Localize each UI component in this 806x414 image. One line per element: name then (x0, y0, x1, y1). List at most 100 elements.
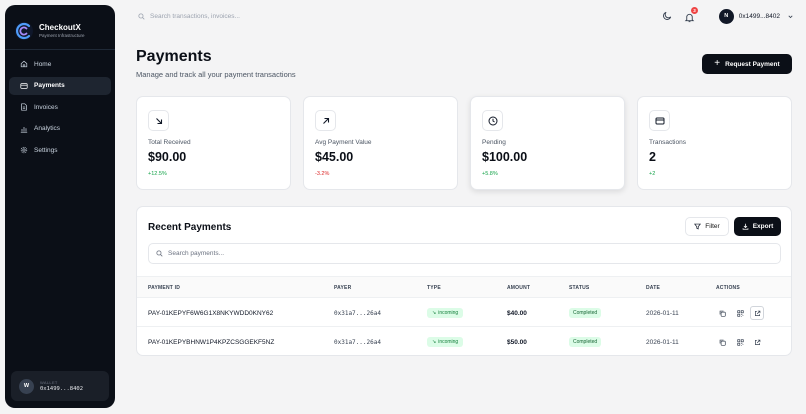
sidebar-item-home[interactable]: Home (9, 55, 111, 73)
open-external-button[interactable] (751, 336, 763, 348)
sidebar-item-label: Invoices (34, 103, 58, 111)
page-subtitle: Manage and track all your payment transa… (136, 70, 296, 79)
top-bar: 3 N 0x1499...8402 (132, 6, 794, 26)
bar-chart-icon (20, 126, 28, 133)
arrow-down-right-icon: ↘ (432, 339, 437, 345)
payer-address: 0x31a7...26a4 (334, 310, 381, 317)
qr-code-icon (736, 338, 744, 346)
stat-card-pending: Pending $100.00 +5.8% (470, 96, 625, 190)
amount: $50.00 (507, 339, 527, 346)
table-row[interactable]: PAY-01KEPYF6W6G1X8NKYWDD0KNY62 0x31a7...… (137, 299, 791, 327)
copy-button[interactable] (716, 336, 728, 348)
sidebar-item-label: Payments (34, 82, 65, 89)
chevron-down-icon (788, 15, 793, 18)
payment-date: 2026-01-11 (646, 310, 679, 317)
wallet-card[interactable]: W WALLET 0x1499...8402 (11, 371, 109, 401)
moon-icon[interactable] (662, 10, 673, 21)
export-button[interactable]: Export (734, 217, 781, 236)
table-header: PAYMENT ID PAYER TYPE AMOUNT STATUS DATE… (137, 276, 791, 298)
external-link-icon (754, 339, 760, 345)
stat-card-total-received: Total Received $90.00 +12.5% (136, 96, 291, 190)
stat-card-transactions: Transactions 2 +2 (637, 96, 792, 190)
request-payment-button[interactable]: + Request Payment (702, 54, 792, 74)
stat-label: Total Received (148, 139, 191, 146)
column-header-date[interactable]: DATE (646, 285, 660, 291)
stat-change: +5.8% (482, 171, 498, 177)
sidebar-item-payments[interactable]: Payments (9, 76, 111, 95)
payments-search[interactable] (148, 243, 781, 264)
stat-card-avg-payment: Avg Payment Value $45.00 -3.2% (303, 96, 458, 190)
payment-date: 2026-01-11 (646, 339, 679, 346)
copy-icon (719, 310, 726, 317)
global-search[interactable] (132, 6, 342, 26)
status-badge: Completed (569, 308, 602, 318)
stat-change: -3.2% (315, 171, 330, 177)
brand-tagline: Payment Infrastructure (39, 33, 85, 38)
clock-icon (482, 110, 503, 131)
credit-card-icon (20, 82, 28, 89)
stat-label: Transactions (649, 139, 686, 146)
sidebar-divider (5, 49, 115, 50)
qr-code-icon (736, 309, 744, 317)
column-header-payer[interactable]: PAYER (334, 285, 351, 291)
sidebar-item-settings[interactable]: Settings (9, 141, 111, 159)
global-search-input[interactable] (150, 12, 330, 20)
stat-change: +12.5% (148, 171, 167, 177)
page-title: Payments (136, 48, 212, 65)
download-icon (742, 223, 749, 230)
type-badge: ↘ incoming (427, 337, 464, 347)
wallet-avatar: W (19, 378, 34, 394)
table-row[interactable]: PAY-01KEPYBHNW1P4KPZCSGGEKF5NZ 0x31a7...… (137, 328, 791, 355)
arrow-down-right-icon: ↘ (432, 310, 437, 316)
export-label: Export (752, 223, 774, 230)
payer-address: 0x31a7...26a4 (334, 339, 381, 346)
avatar: N (718, 8, 734, 24)
sidebar-item-label: Settings (34, 146, 58, 154)
request-payment-label: Request Payment (725, 60, 780, 68)
qr-code-button[interactable] (734, 307, 746, 319)
document-icon (21, 103, 27, 111)
checkoutx-logo-icon (15, 21, 33, 40)
wallet-label: WALLET (40, 380, 58, 385)
recent-payments-title: Recent Payments (148, 222, 232, 233)
filter-button[interactable]: Filter (685, 217, 729, 236)
filter-icon (694, 223, 702, 230)
account-menu[interactable]: N 0x1499...8402 (718, 6, 794, 26)
copy-button[interactable] (716, 307, 728, 319)
qr-code-button[interactable] (734, 336, 746, 348)
stat-label: Pending (482, 139, 506, 146)
recent-payments-panel: Recent Payments Filter Export PAYMENT ID… (136, 206, 792, 356)
sidebar: CheckoutX Payment Infrastructure Home Pa… (5, 5, 115, 408)
column-header-payment-id[interactable]: PAYMENT ID (148, 285, 180, 291)
gear-icon (20, 146, 28, 154)
sidebar-item-analytics[interactable]: Analytics (9, 120, 111, 138)
sidebar-item-label: Home (34, 60, 52, 68)
type-label: incoming (438, 339, 459, 345)
stat-value: $90.00 (148, 150, 187, 164)
sidebar-nav: Home Payments Invoices Analytics Setting… (9, 55, 111, 163)
notifications-button[interactable]: 3 (684, 7, 698, 23)
search-icon (138, 12, 145, 20)
column-header-amount[interactable]: AMOUNT (507, 285, 530, 291)
type-label: incoming (438, 310, 459, 316)
arrow-up-right-icon (315, 110, 336, 131)
column-header-type[interactable]: TYPE (427, 285, 441, 291)
filter-label: Filter (705, 223, 720, 230)
brand[interactable]: CheckoutX Payment Infrastructure (5, 5, 115, 45)
brand-name: CheckoutX (39, 23, 81, 32)
account-address: 0x1499...8402 (738, 12, 780, 20)
payment-id: PAY-01KEPYBHNW1P4KPZCSGGEKF5NZ (148, 339, 275, 346)
column-header-status[interactable]: STATUS (569, 285, 589, 291)
open-external-button[interactable] (750, 306, 764, 320)
plus-icon: + (714, 58, 721, 69)
column-header-actions: ACTIONS (716, 285, 740, 291)
stat-label: Avg Payment Value (315, 139, 372, 146)
payments-search-input[interactable] (168, 250, 748, 257)
notification-badge: 3 (691, 7, 698, 14)
stat-value: 2 (649, 150, 656, 164)
stat-value: $100.00 (482, 150, 528, 164)
external-link-icon (754, 310, 760, 316)
status-badge: Completed (569, 337, 602, 347)
copy-icon (719, 339, 726, 346)
sidebar-item-invoices[interactable]: Invoices (9, 98, 111, 116)
